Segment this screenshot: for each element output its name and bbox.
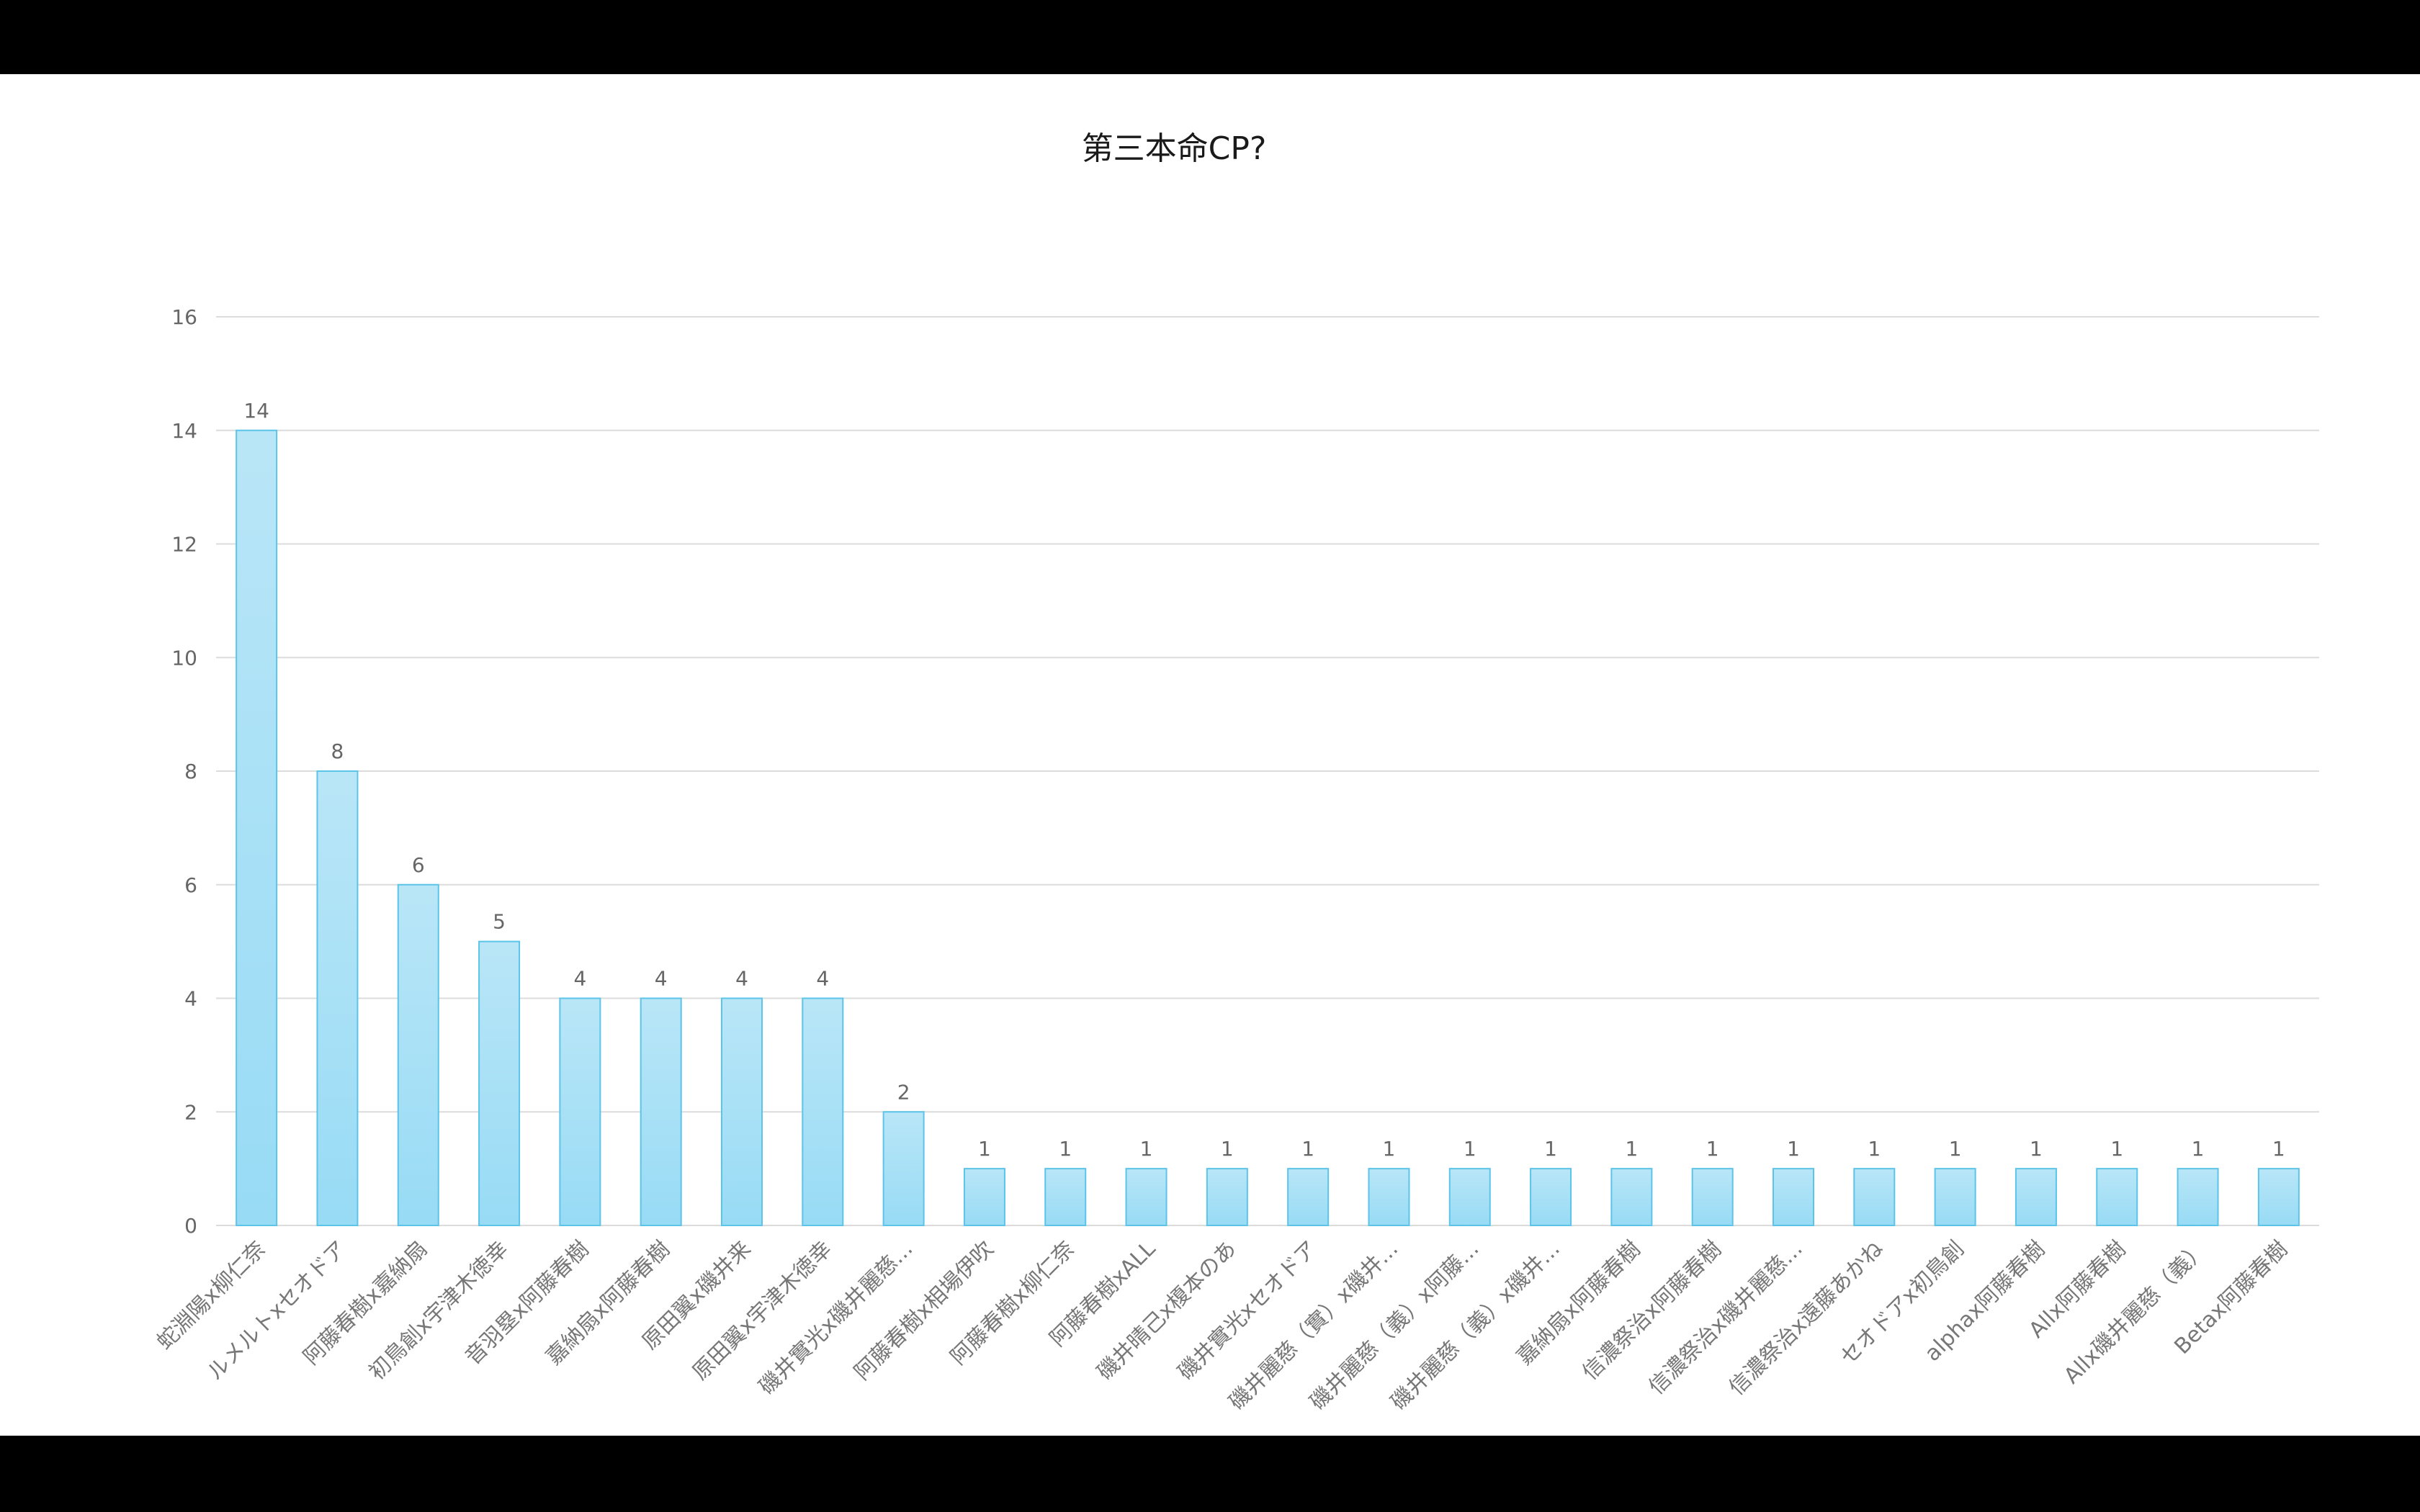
y-tick-label: 0 <box>184 1214 197 1238</box>
data-label: 1 <box>2272 1137 2285 1161</box>
data-label: 1 <box>2110 1137 2123 1161</box>
x-axis-ticks: 蛇淵陽x柳仁奈ルメルトxセオドア阿藤春樹x嘉納扇初鳥創x宇津木徳幸音羽塁x阿藤春… <box>152 1236 2293 1416</box>
y-tick-label: 2 <box>184 1100 197 1124</box>
y-tick-label: 10 <box>171 646 197 670</box>
x-tick-label: 信濃祭治x遠藤あかね <box>1724 1236 1888 1400</box>
data-label: 4 <box>655 967 668 991</box>
data-label: 1 <box>1140 1137 1153 1161</box>
bar <box>802 997 844 1226</box>
data-label: 1 <box>1221 1137 1234 1161</box>
data-label: 5 <box>493 910 506 934</box>
x-tick-label: 阿藤春樹x相場伊吹 <box>850 1236 999 1385</box>
bar <box>1530 1168 1572 1226</box>
data-label: 4 <box>816 967 829 991</box>
x-tick-label: 磯井晴己x榎本のあ <box>1092 1236 1241 1385</box>
x-tick-label: Allx磯井麗慈（義） <box>2059 1236 2212 1389</box>
bar <box>1448 1168 1491 1226</box>
bar <box>559 997 601 1226</box>
data-label: 1 <box>1868 1137 1881 1161</box>
data-label: 1 <box>1706 1137 1719 1161</box>
data-label: 1 <box>1949 1137 1962 1161</box>
data-label: 2 <box>897 1080 910 1104</box>
bar <box>1773 1168 1814 1226</box>
bar <box>1044 1168 1087 1226</box>
y-tick-label: 4 <box>184 987 197 1011</box>
data-label: 1 <box>2030 1137 2043 1161</box>
x-tick-label: ルメルトxセオドア <box>202 1236 351 1385</box>
y-tick-label: 12 <box>171 533 197 557</box>
bar <box>882 1111 925 1226</box>
data-label: 1 <box>978 1137 991 1161</box>
gridlines <box>216 316 2319 1226</box>
data-label: 6 <box>412 853 425 877</box>
bar <box>1287 1168 1330 1226</box>
y-tick-label: 14 <box>171 419 197 443</box>
x-tick-label: 初鳥創x宇津木徳幸 <box>364 1236 514 1385</box>
bar <box>1934 1168 1976 1226</box>
bar-chart: 第三本命CP? 0246810121416 148654 4 4 421 1 1 1 1 1 1 1… <box>152 130 2319 1416</box>
bar <box>2096 1168 2138 1226</box>
data-label: 14 <box>243 399 269 423</box>
x-tick-label: 信濃祭治x磯井麗慈... <box>1644 1236 1807 1400</box>
y-axis-ticks: 0 2 4 6 8 10 12 14 16 <box>171 305 197 1238</box>
chart-title: 第三本命CP? <box>1082 130 1267 167</box>
x-tick-label: 磯井實光x磯井麗慈... <box>754 1236 918 1400</box>
bar <box>316 770 359 1226</box>
bar <box>236 429 278 1226</box>
bar <box>2015 1168 2057 1226</box>
x-tick-label: 信濃祭治x阿藤春樹 <box>1577 1236 1726 1385</box>
bar <box>963 1168 1005 1226</box>
data-label: 1 <box>1059 1137 1072 1161</box>
screen: 第三本命CP? 0 2 4 6 8 10 12 14 16 14 8 6 5 4 4 4 4 2 1 1 1 1 1 1 1 1… <box>0 0 2420 1512</box>
bars <box>236 429 2300 1226</box>
bar <box>397 883 439 1226</box>
data-label: 1 <box>2192 1137 2205 1161</box>
y-tick-label: 8 <box>184 760 197 783</box>
data-label: 4 <box>573 967 586 991</box>
y-tick-label: 16 <box>171 305 197 329</box>
data-label: 4 <box>735 967 748 991</box>
bar <box>2257 1168 2300 1226</box>
bar <box>1206 1168 1248 1226</box>
bar <box>478 940 521 1226</box>
bar <box>1125 1168 1168 1226</box>
data-label: 1 <box>1301 1137 1314 1161</box>
data-label: 1 <box>1787 1137 1800 1161</box>
bar <box>1853 1168 1896 1226</box>
data-label: 8 <box>331 739 344 763</box>
data-label: 1 <box>1464 1137 1476 1161</box>
bar <box>1610 1168 1653 1226</box>
y-tick-label: 6 <box>184 873 197 897</box>
data-label: 1 <box>1625 1137 1638 1161</box>
data-label: 1 <box>1383 1137 1396 1161</box>
bar <box>2177 1168 2219 1226</box>
x-tick-label: 原田翼x宇津木徳幸 <box>688 1236 837 1385</box>
bar <box>640 997 682 1226</box>
bar <box>721 997 763 1226</box>
data-labels: 14 8 6 5 4 4 4 4 2 1 1 1 1 1 1 1 1 1 1 1 1 1 1 1 1 1 <box>243 399 2285 1161</box>
bar <box>1368 1168 1410 1226</box>
x-tick-label: 磯井實光xセオドア <box>1173 1236 1322 1385</box>
data-label: 1 <box>1544 1137 1557 1161</box>
bar <box>1691 1168 1734 1226</box>
